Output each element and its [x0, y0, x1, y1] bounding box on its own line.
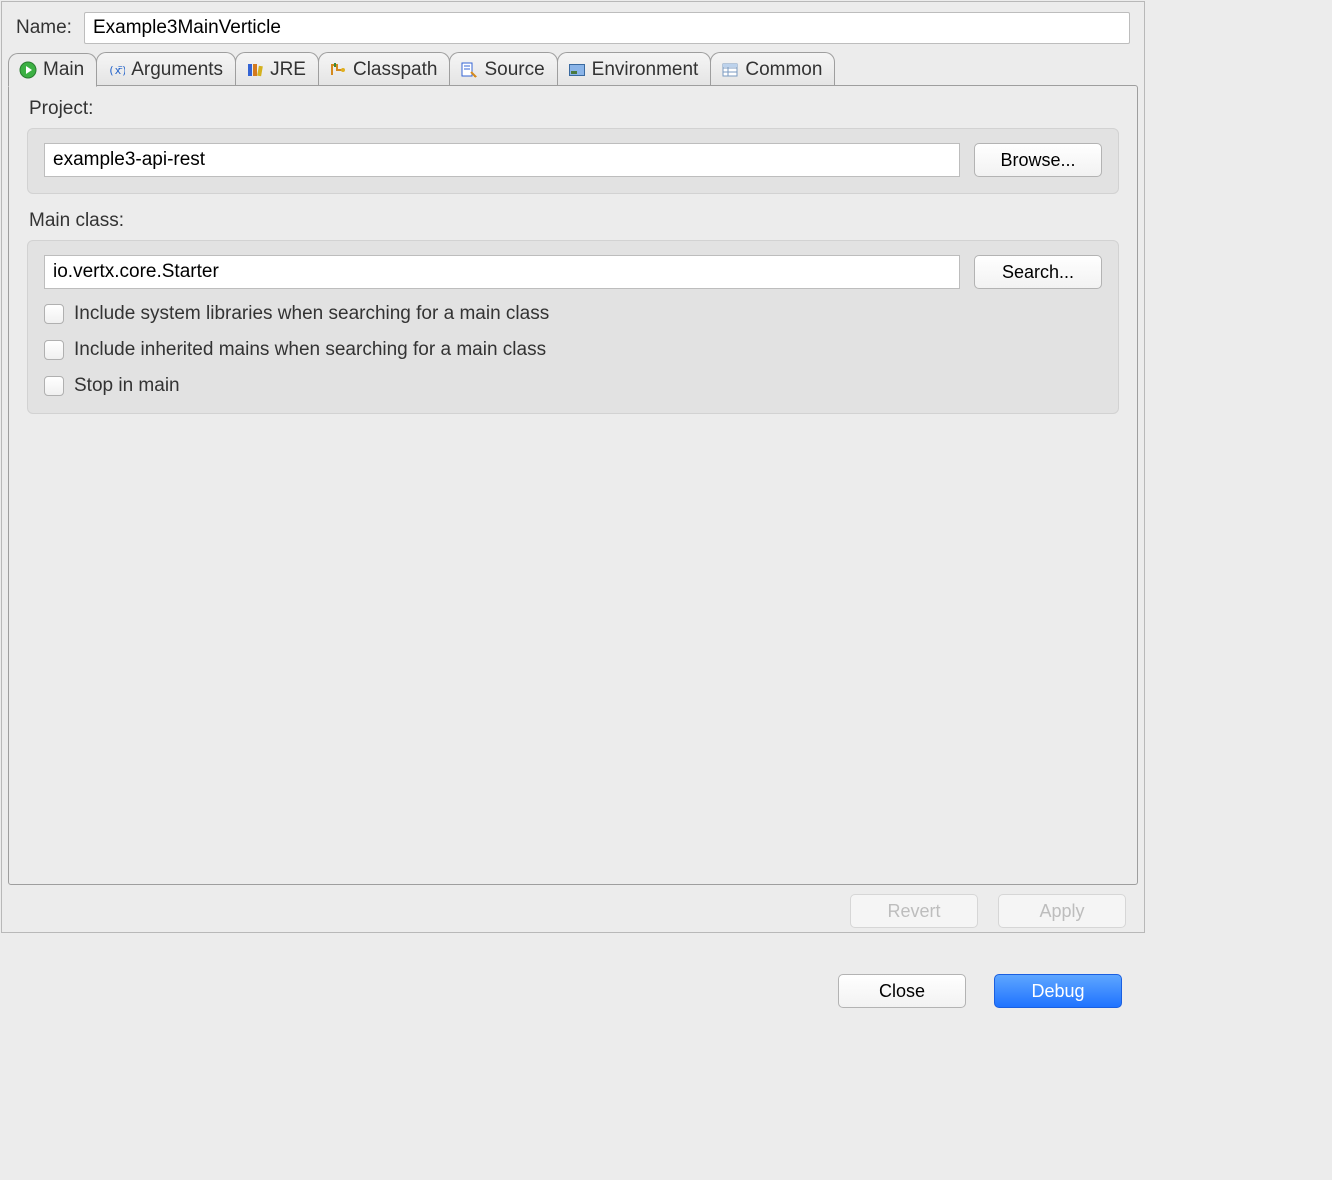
tab-main[interactable]: Main [8, 53, 97, 87]
tab-arguments[interactable]: (x)= Arguments [96, 52, 236, 86]
tab-label: Main [43, 59, 84, 81]
library-icon [246, 61, 264, 79]
tab-label: Source [484, 59, 544, 81]
check-include-inherited-row: Include inherited mains when searching f… [44, 339, 1102, 361]
tab-label: Classpath [353, 59, 438, 81]
tab-common[interactable]: Common [710, 52, 835, 86]
tab-jre[interactable]: JRE [235, 52, 319, 86]
tab-environment[interactable]: Environment [557, 52, 712, 86]
check-stop-main-row: Stop in main [44, 375, 1102, 397]
classpath-icon [329, 61, 347, 79]
run-config-dialog: Name: Main (x)= Arguments JRE Clas [1, 1, 1145, 933]
browse-button[interactable]: Browse... [974, 143, 1102, 177]
debug-button[interactable]: Debug [994, 974, 1122, 1008]
name-row: Name: [2, 2, 1144, 50]
environment-icon [568, 61, 586, 79]
tab-label: JRE [270, 59, 306, 81]
check-include-syslib[interactable] [44, 304, 64, 324]
tab-label: Arguments [131, 59, 223, 81]
tab-label: Environment [592, 59, 699, 81]
revert-button[interactable]: Revert [850, 894, 978, 928]
run-circle-icon [19, 61, 37, 79]
mainclass-input[interactable] [44, 255, 960, 289]
name-input[interactable] [84, 12, 1130, 44]
svg-text:=: = [118, 63, 123, 72]
name-label: Name: [16, 17, 72, 39]
inner-button-row: Revert Apply [2, 894, 1144, 932]
project-input[interactable] [44, 143, 960, 177]
mainclass-section: Main class: Search... Include system lib… [27, 210, 1119, 430]
variable-icon: (x)= [107, 61, 125, 79]
apply-button[interactable]: Apply [998, 894, 1126, 928]
source-icon [460, 61, 478, 79]
tab-label: Common [745, 59, 822, 81]
tab-classpath[interactable]: Classpath [318, 52, 451, 86]
check-include-syslib-row: Include system libraries when searching … [44, 303, 1102, 325]
close-button[interactable]: Close [838, 974, 966, 1008]
search-button[interactable]: Search... [974, 255, 1102, 289]
footer-button-row: Close Debug [0, 934, 1144, 1026]
check-include-inherited[interactable] [44, 340, 64, 360]
tab-strip: Main (x)= Arguments JRE Classpath Source [2, 52, 1144, 86]
project-section: Project: Browse... [27, 98, 1119, 210]
table-icon [721, 61, 739, 79]
check-include-syslib-label: Include system libraries when searching … [74, 303, 549, 325]
check-stop-main-label: Stop in main [74, 375, 180, 397]
mainclass-label: Main class: [29, 210, 1119, 232]
tab-panel-main: Project: Browse... Main class: Search...… [8, 85, 1138, 885]
check-include-inherited-label: Include inherited mains when searching f… [74, 339, 546, 361]
tab-source[interactable]: Source [449, 52, 557, 86]
check-stop-main[interactable] [44, 376, 64, 396]
project-label: Project: [29, 98, 1119, 120]
